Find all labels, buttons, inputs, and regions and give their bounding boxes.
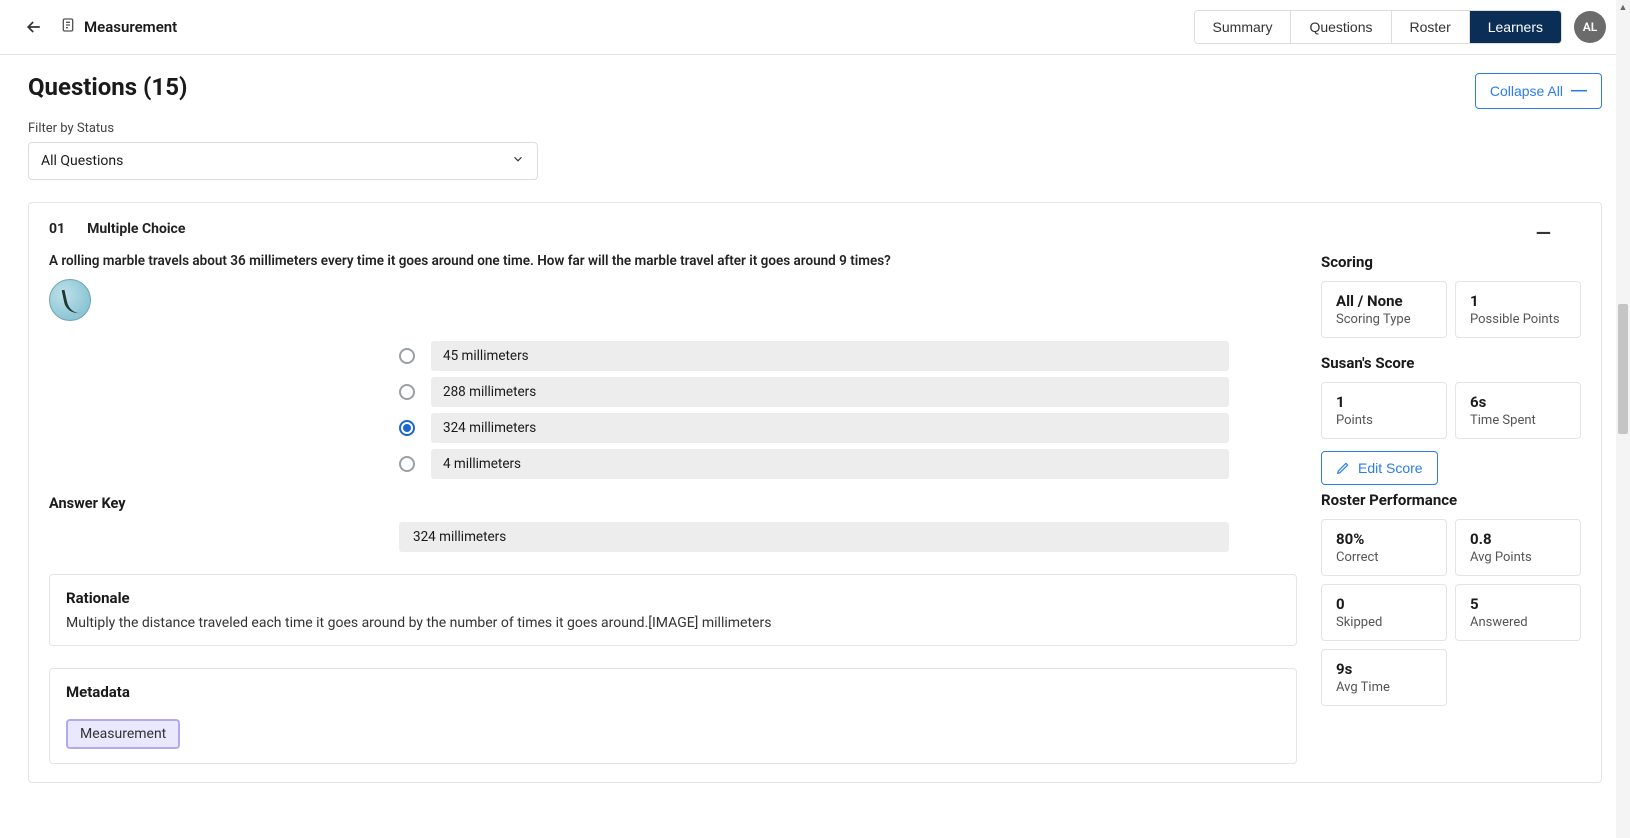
stat-correct: 80% Correct <box>1321 519 1447 576</box>
answer-text: 288 millimeters <box>431 377 1229 407</box>
roster-grid: 80% Correct 0.8 Avg Points 0 Skipped 5 A… <box>1321 519 1581 706</box>
radio-icon <box>399 384 415 400</box>
stat-value: 80% <box>1336 530 1432 548</box>
stat-avg-time: 9s Avg Time <box>1321 649 1447 706</box>
answer-option[interactable]: 324 millimeters <box>399 413 1229 443</box>
stat-label: Scoring Type <box>1336 312 1432 327</box>
stat-value: 0 <box>1336 595 1432 613</box>
rationale-title: Rationale <box>66 589 1280 607</box>
question-sidebar: Scoring All / None Scoring Type 1 Possib… <box>1321 221 1581 706</box>
question-left: 01 Multiple Choice A rolling marble trav… <box>49 221 1297 764</box>
scoring-heading: Scoring <box>1321 253 1581 271</box>
stat-label: Points <box>1336 413 1432 428</box>
metadata-box: Metadata Measurement <box>49 668 1297 764</box>
app-header: Measurement Summary Questions Roster Lea… <box>0 0 1630 55</box>
answer-key-label: Answer Key <box>49 495 1297 512</box>
scrollbar-thumb[interactable] <box>1618 304 1628 434</box>
page-title: Measurement <box>84 18 177 36</box>
scrollbar[interactable]: ▲ <box>1616 0 1630 838</box>
collapse-all-label: Collapse All <box>1490 83 1563 99</box>
question-number: 01 <box>49 221 65 237</box>
question-head: 01 Multiple Choice <box>49 221 1297 237</box>
header-right: Summary Questions Roster Learners AL <box>1194 10 1606 44</box>
questions-heading: Questions (15) <box>28 73 187 101</box>
stat-points: 1 Points <box>1321 382 1447 439</box>
metadata-title: Metadata <box>66 683 1280 701</box>
question-image <box>49 279 91 321</box>
rationale-text: Multiply the distance traveled each time… <box>66 615 1280 631</box>
collapse-icon: — <box>1571 82 1587 100</box>
answer-key-value: 324 millimeters <box>399 522 1229 552</box>
document-icon <box>60 17 76 37</box>
pencil-icon <box>1336 461 1350 475</box>
stat-time-spent: 6s Time Spent <box>1455 382 1581 439</box>
learner-score-grid: 1 Points 6s Time Spent <box>1321 382 1581 439</box>
back-arrow-icon[interactable] <box>24 17 44 37</box>
question-collapse-icon[interactable]: — <box>1536 221 1551 245</box>
answer-option[interactable]: 45 millimeters <box>399 341 1229 371</box>
stat-value: 5 <box>1470 595 1566 613</box>
answer-option[interactable]: 4 millimeters <box>399 449 1229 479</box>
question-card: — 01 Multiple Choice A rolling marble tr… <box>28 202 1602 783</box>
scrollbar-up-icon[interactable]: ▲ <box>1616 0 1630 14</box>
main-content: Questions (15) Collapse All — Filter by … <box>0 55 1630 807</box>
tab-roster[interactable]: Roster <box>1392 11 1470 43</box>
radio-icon <box>399 420 415 436</box>
stat-label: Answered <box>1470 615 1566 630</box>
stat-label: Skipped <box>1336 615 1432 630</box>
stat-value: 0.8 <box>1470 530 1566 548</box>
stat-value: 1 <box>1336 393 1432 411</box>
section-header: Questions (15) Collapse All — <box>28 73 1602 109</box>
rationale-box: Rationale Multiply the distance traveled… <box>49 574 1297 646</box>
scoring-grid: All / None Scoring Type 1 Possible Point… <box>1321 281 1581 338</box>
question-prompt: A rolling marble travels about 36 millim… <box>49 253 1297 269</box>
roster-heading: Roster Performance <box>1321 491 1581 509</box>
tab-questions[interactable]: Questions <box>1291 11 1391 43</box>
stat-label: Avg Points <box>1470 550 1566 565</box>
tab-learners[interactable]: Learners <box>1470 11 1561 43</box>
stat-scoring-type: All / None Scoring Type <box>1321 281 1447 338</box>
stat-value: 6s <box>1470 393 1566 411</box>
title-area: Measurement <box>60 17 177 37</box>
stat-avg-points: 0.8 Avg Points <box>1455 519 1581 576</box>
filter-label: Filter by Status <box>28 121 1602 136</box>
tab-summary[interactable]: Summary <box>1195 11 1292 43</box>
answer-option[interactable]: 288 millimeters <box>399 377 1229 407</box>
filter-value: All Questions <box>41 153 123 169</box>
answer-text: 324 millimeters <box>431 413 1229 443</box>
radio-icon <box>399 456 415 472</box>
stat-label: Possible Points <box>1470 312 1566 327</box>
header-left: Measurement <box>24 17 177 37</box>
stat-answered: 5 Answered <box>1455 584 1581 641</box>
stat-value: All / None <box>1336 292 1432 310</box>
edit-score-label: Edit Score <box>1358 460 1423 476</box>
stat-value: 9s <box>1336 660 1432 678</box>
filter-select[interactable]: All Questions <box>28 142 538 180</box>
answer-text: 45 millimeters <box>431 341 1229 371</box>
question-type: Multiple Choice <box>87 221 185 237</box>
answer-text: 4 millimeters <box>431 449 1229 479</box>
answer-options: 45 millimeters 288 millimeters 324 milli… <box>399 341 1229 479</box>
stat-label: Avg Time <box>1336 680 1432 695</box>
stat-label: Time Spent <box>1470 413 1566 428</box>
learner-score-heading: Susan's Score <box>1321 354 1581 372</box>
radio-icon <box>399 348 415 364</box>
metadata-tag[interactable]: Measurement <box>66 719 180 749</box>
stat-skipped: 0 Skipped <box>1321 584 1447 641</box>
chevron-down-icon <box>511 152 525 170</box>
stat-possible-points: 1 Possible Points <box>1455 281 1581 338</box>
collapse-all-button[interactable]: Collapse All — <box>1475 73 1602 109</box>
tab-group: Summary Questions Roster Learners <box>1194 10 1562 44</box>
stat-value: 1 <box>1470 292 1566 310</box>
avatar[interactable]: AL <box>1574 11 1606 43</box>
stat-label: Correct <box>1336 550 1432 565</box>
edit-score-button[interactable]: Edit Score <box>1321 451 1438 485</box>
